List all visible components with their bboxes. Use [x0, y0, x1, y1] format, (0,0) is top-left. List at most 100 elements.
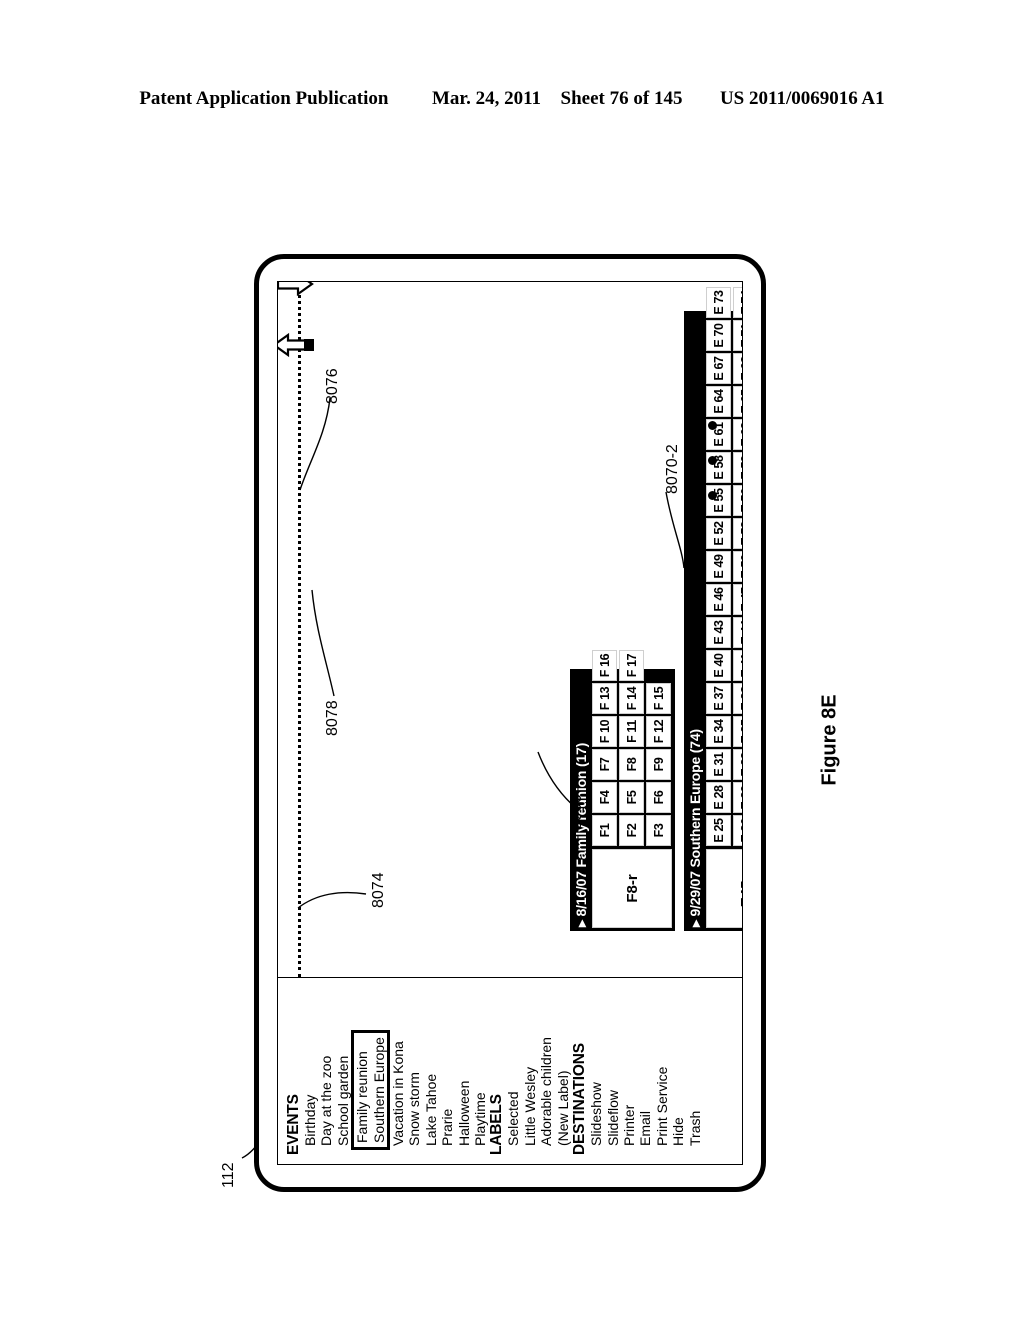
- sidebar-item-school-garden[interactable]: School garden: [335, 978, 351, 1155]
- thumbnail[interactable]: E 56: [733, 485, 743, 516]
- patent-number-label: US 2011/0069016 A1: [719, 88, 885, 109]
- sidebar-item-halloween[interactable]: Halloween: [456, 978, 472, 1155]
- thumbnail[interactable]: E 64: [706, 386, 731, 417]
- sidebar-item-hide[interactable]: Hide: [670, 978, 686, 1155]
- sidebar: EVENTS Birthday Day at the zoo School ga…: [278, 977, 742, 1164]
- thumbnail[interactable]: E 43: [706, 617, 731, 648]
- thumbnail[interactable]: E 38: [733, 683, 743, 714]
- thumbnail[interactable]: F 13: [592, 683, 617, 714]
- thumbnail[interactable]: E 53: [733, 518, 743, 549]
- sidebar-item-vacation-in-kona[interactable]: Vacation in Kona: [390, 978, 406, 1155]
- sidebar-item-southern-europe[interactable]: Southern Europe: [371, 1037, 387, 1147]
- sidebar-item-lake-tahoe[interactable]: Lake Tahoe: [423, 978, 439, 1155]
- sidebar-item-slideflow[interactable]: Slideflow: [605, 978, 621, 1155]
- ellipsis-dot: [708, 491, 717, 500]
- thumbnail[interactable]: E 40: [706, 650, 731, 681]
- thumbnail[interactable]: E 67: [706, 353, 731, 384]
- thumbnail-empty-slot: [646, 650, 671, 681]
- ref-8066-leader: [537, 751, 577, 809]
- thumbnail[interactable]: E 26: [733, 815, 743, 846]
- thumbnail[interactable]: E 35: [733, 716, 743, 747]
- thumbnail[interactable]: F 11: [619, 716, 644, 747]
- sidebar-item-trash[interactable]: Trash: [687, 978, 703, 1155]
- thumbnail[interactable]: E 41: [733, 650, 743, 681]
- event-group-southern-europe[interactable]: ▸ 9/29/07 Southern Europe (74) E45-r E 2…: [684, 287, 743, 931]
- sidebar-item-snow-storm[interactable]: Snow storm: [406, 978, 422, 1155]
- thumbnail[interactable]: E 49: [706, 551, 731, 582]
- ref-8076-leader: [299, 397, 331, 491]
- drag-up-arrow-icon[interactable]: [277, 332, 314, 358]
- sidebar-item-playtime[interactable]: Playtime: [472, 978, 488, 1155]
- thumbnail[interactable]: E 47: [733, 584, 743, 615]
- thumbnail[interactable]: F 17: [619, 650, 644, 681]
- thumbnail-grid: E 25 E 28 E 31 E 34 E 37 E 40 E 43 E 46 …: [706, 287, 743, 846]
- thumbnail[interactable]: F2: [619, 815, 644, 846]
- patent-sheet-label: Sheet 76 of 145: [560, 88, 683, 109]
- thumbnail[interactable]: F 15: [646, 683, 671, 714]
- thumbnail[interactable]: F 10: [592, 716, 617, 747]
- sidebar-item-new-label[interactable]: (New Label): [555, 978, 571, 1155]
- sidebar-selection-box: Family reunion Southern Europe: [351, 1030, 391, 1150]
- thumbnail[interactable]: E 32: [733, 749, 743, 780]
- thumbnail[interactable]: E 50: [733, 551, 743, 582]
- thumbnail[interactable]: E 73: [706, 287, 731, 318]
- thumbnail-row: F3 F6 F9 F 12 F 15: [646, 650, 671, 846]
- thumbnail[interactable]: F7: [592, 749, 617, 780]
- drag-down-arrow-icon[interactable]: [277, 281, 314, 297]
- thumbnail[interactable]: E 70: [706, 320, 731, 351]
- sidebar-heading-labels: LABELS: [488, 1094, 506, 1155]
- thumbnail[interactable]: F8: [619, 749, 644, 780]
- sidebar-item-selected[interactable]: Selected: [505, 978, 521, 1155]
- sidebar-item-adorable-children[interactable]: Adorable children: [538, 978, 554, 1155]
- sidebar-item-slideshow[interactable]: Slideshow: [588, 978, 604, 1155]
- sidebar-item-family-reunion[interactable]: Family reunion: [354, 1037, 370, 1147]
- thumbnail[interactable]: E 59: [733, 452, 743, 483]
- thumbnail[interactable]: F1: [592, 815, 617, 846]
- thumbnail[interactable]: E 62: [733, 419, 743, 450]
- thumbnail[interactable]: F 12: [646, 716, 671, 747]
- sidebar-item-email[interactable]: Email: [637, 978, 653, 1155]
- thumbnail[interactable]: F4: [592, 782, 617, 813]
- key-photo[interactable]: F8-r: [592, 849, 672, 928]
- thumbnail[interactable]: F 16: [592, 650, 617, 681]
- patent-date-label: Mar. 24, 2011: [431, 88, 542, 109]
- sidebar-item-printer[interactable]: Printer: [621, 978, 637, 1155]
- thumbnail[interactable]: E 31: [706, 749, 731, 780]
- patent-publication-label: Patent Application Publication: [139, 88, 389, 109]
- thumbnail-row: E 25 E 28 E 31 E 34 E 37 E 40 E 43 E 46 …: [706, 287, 731, 846]
- thumbnail[interactable]: E 52: [706, 518, 731, 549]
- thumbnail[interactable]: E 68: [733, 353, 743, 384]
- sidebar-item-day-at-the-zoo[interactable]: Day at the zoo: [318, 978, 334, 1155]
- thumbnail[interactable]: E 28: [706, 782, 731, 813]
- thumbnail[interactable]: E 37: [706, 683, 731, 714]
- event-group-body: E45-r E 25 E 28 E 31 E 34 E 37 E 40 E 43…: [706, 287, 743, 931]
- sidebar-heading-events: EVENTS: [285, 1094, 302, 1155]
- thumbnail[interactable]: F 14: [619, 683, 644, 714]
- event-group-body: F8-r F1 F4 F7 F 10 F 13 F 16 F2 F5 F8 F …: [592, 650, 675, 931]
- sidebar-item-print-service[interactable]: Print Service: [654, 978, 670, 1155]
- key-photo[interactable]: E45-r: [706, 849, 743, 928]
- thumbnail[interactable]: F5: [619, 782, 644, 813]
- thumbnail[interactable]: F9: [646, 749, 671, 780]
- ref-8078-leader: [311, 589, 335, 697]
- sidebar-item-prarie[interactable]: Prarie: [439, 978, 455, 1155]
- ref-8070-2-leader: [665, 491, 685, 569]
- sidebar-heading-destinations: DESTINATIONS: [571, 1043, 589, 1155]
- ref-8074-leader: [297, 891, 367, 909]
- thumbnail[interactable]: E 29: [733, 782, 743, 813]
- sidebar-item-little-wesley[interactable]: Little Wesley: [522, 978, 538, 1155]
- thumbnail[interactable]: E 25: [706, 815, 731, 846]
- thumbnail[interactable]: E 44: [733, 617, 743, 648]
- thumbnail[interactable]: E 46: [706, 584, 731, 615]
- thumbnail[interactable]: F6: [646, 782, 671, 813]
- thumbnail[interactable]: F3: [646, 815, 671, 846]
- event-group-title[interactable]: ▸ 9/29/07 Southern Europe (74): [684, 311, 706, 931]
- sidebar-item-birthday[interactable]: Birthday: [302, 978, 318, 1155]
- thumbnail[interactable]: E 71: [733, 320, 743, 351]
- ellipsis-dot: [708, 456, 717, 465]
- thumbnail-grid: F1 F4 F7 F 10 F 13 F 16 F2 F5 F8 F 11 F …: [592, 650, 671, 846]
- ref-8078-label: 8078: [324, 700, 341, 736]
- thumbnail[interactable]: E 34: [706, 716, 731, 747]
- thumbnail[interactable]: E 74: [733, 287, 743, 318]
- thumbnail[interactable]: E 65: [733, 386, 743, 417]
